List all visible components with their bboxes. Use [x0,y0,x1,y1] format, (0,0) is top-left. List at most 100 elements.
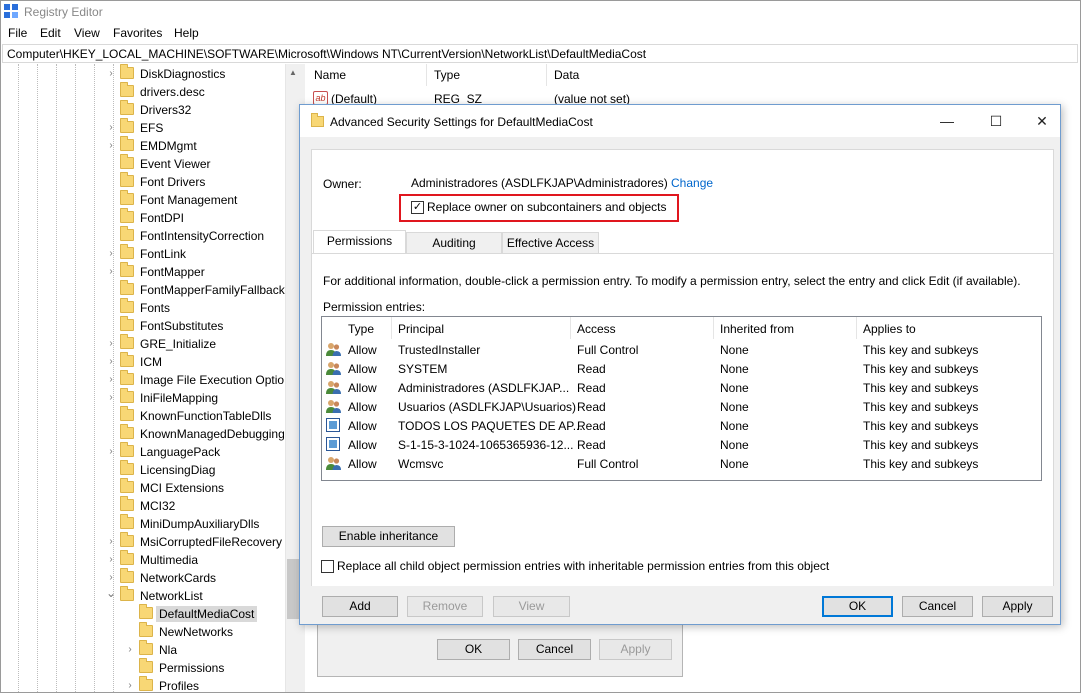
tree-item[interactable]: › Image File Execution Optio [106,370,284,389]
permission-entry-row[interactable]: Allow TODOS LOS PAQUETES DE AP... Read None… [322,417,1041,436]
bg-cancel-button[interactable]: Cancel [518,639,591,660]
tree-item[interactable]: › EMDMgmt [106,136,282,155]
chevron-right-icon[interactable]: › [106,356,116,368]
scroll-up-icon[interactable]: ▲ [289,68,297,77]
close-icon[interactable]: ✕ [1027,110,1057,132]
tree-item[interactable]: MCI32 [106,496,282,515]
permission-entry-row[interactable]: Allow Administradores (ASDLFKJAP... Read No… [322,379,1041,398]
tree-item[interactable]: › ICM [106,352,282,371]
column-separator [856,317,857,339]
tree-item[interactable]: Fonts [106,298,282,317]
chevron-right-icon[interactable]: › [106,374,116,386]
chevron-right-icon[interactable]: › [106,536,116,548]
tree-item[interactable]: FontMapperFamilyFallback [106,280,285,299]
maximize-icon[interactable]: ☐ [981,110,1011,132]
view-button[interactable]: View [493,596,570,617]
bg-ok-button[interactable]: OK [437,639,510,660]
menu-file[interactable]: File [8,26,27,40]
menu-help[interactable]: Help [174,26,199,40]
permission-entry-row[interactable]: Allow Usuarios (ASDLFKJAP\Usuarios) Read No… [322,398,1041,417]
chevron-right-icon[interactable]: › [125,644,135,656]
tree-item[interactable]: DefaultMediaCost [125,604,282,623]
replace-child-permissions-checkbox[interactable] [321,560,334,573]
chevron-right-icon[interactable]: › [106,122,116,134]
chevron-right-icon[interactable]: › [106,392,116,404]
chevron-right-icon[interactable]: › [125,680,135,692]
address-bar[interactable]: Computer\HKEY_LOCAL_MACHINE\SOFTWARE\Mic… [2,44,1078,63]
column-header-data[interactable]: Data [554,68,579,82]
tree-item[interactable]: FontIntensityCorrection [106,226,282,245]
tree-item[interactable]: Font Management [106,190,282,209]
tree-item-label: FontMapperFamilyFallback [140,283,285,297]
tab-permissions[interactable]: Permissions [313,230,406,254]
permission-entry-row[interactable]: Allow S-1-15-3-1024-1065365936-12... Read N… [322,436,1041,455]
tree-item[interactable]: drivers.desc [106,82,282,101]
tree-item[interactable]: › FontMapper [106,262,282,281]
tree-item[interactable]: Event Viewer [106,154,282,173]
tree-item[interactable]: KnownFunctionTableDlls [106,406,282,425]
permission-entry-row[interactable]: Allow Wcmsvc Full Control None This key and … [322,455,1041,474]
chevron-right-icon[interactable]: › [106,446,116,458]
chevron-right-icon[interactable]: › [106,338,116,350]
column-header-type[interactable]: Type [434,68,460,82]
cancel-button[interactable]: Cancel [902,596,973,617]
permission-entry-row[interactable]: Allow SYSTEM Read None This key and subkeys [322,360,1041,379]
replace-child-permissions-label[interactable]: Replace all child object permission entr… [337,559,829,573]
chevron-right-icon[interactable]: › [106,572,116,584]
column-header-inherited-from[interactable]: Inherited from [720,322,794,336]
tree-item[interactable]: › NetworkCards [106,568,282,587]
column-header-access[interactable]: Access [577,322,616,336]
minimize-icon[interactable]: — [932,110,962,132]
ok-button[interactable]: OK [822,596,893,617]
tree-item[interactable]: NewNetworks [125,622,282,641]
replace-owner-checkbox[interactable]: ✓ [411,201,424,214]
enable-inheritance-button[interactable]: Enable inheritance [322,526,455,547]
tree-item[interactable]: Drivers32 [106,100,282,119]
tree-item-label: NewNetworks [159,625,234,639]
menu-favorites[interactable]: Favorites [113,26,162,40]
permission-entries-table[interactable]: Type Principal Access Inherited from App… [321,316,1042,481]
menu-view[interactable]: View [74,26,100,40]
tree-item[interactable]: › Profiles [125,676,282,692]
chevron-right-icon[interactable]: › [106,266,116,278]
tree-item[interactable]: Font Drivers [106,172,282,191]
tree-item[interactable]: › FontLink [106,244,282,263]
tree-item[interactable]: › IniFileMapping [106,388,282,407]
menu-edit[interactable]: Edit [40,26,61,40]
column-header-principal[interactable]: Principal [398,322,444,336]
tree-item[interactable]: ⌄ NetworkList [106,586,282,605]
tree-item[interactable]: MiniDumpAuxiliaryDlls [106,514,282,533]
tree-item[interactable]: FontDPI [106,208,282,227]
tree-item[interactable]: › Multimedia [106,550,282,569]
tree-scrollbar[interactable]: ▲ [285,64,300,692]
chevron-right-icon[interactable]: › [106,68,116,80]
tab-effective-access[interactable]: Effective Access [502,232,599,254]
replace-owner-label[interactable]: Replace owner on subcontainers and objec… [427,200,666,214]
column-header-applies-to[interactable]: Applies to [863,322,916,336]
add-button[interactable]: Add [322,596,398,617]
change-owner-link[interactable]: Change [671,176,713,190]
apply-button[interactable]: Apply [982,596,1053,617]
tree-item[interactable]: LicensingDiag [106,460,282,479]
registry-tree[interactable]: › DiskDiagnostics drivers.desc Drivers32 › EF… [2,64,300,692]
column-header-name[interactable]: Name [314,68,346,82]
tree-item[interactable]: › Nla [125,640,282,659]
chevron-right-icon[interactable]: › [106,554,116,566]
chevron-down-icon[interactable]: ⌄ [106,587,116,599]
tree-item[interactable]: FontSubstitutes [106,316,282,335]
tree-item[interactable]: KnownManagedDebugging [106,424,285,443]
tree-item[interactable]: › GRE_Initialize [106,334,282,353]
bg-apply-button[interactable]: Apply [599,639,672,660]
tree-item[interactable]: › MsiCorruptedFileRecovery [106,532,282,551]
tree-item[interactable]: › DiskDiagnostics [106,64,282,83]
tree-item[interactable]: › EFS [106,118,282,137]
tree-item[interactable]: MCI Extensions [106,478,282,497]
chevron-right-icon[interactable]: › [106,248,116,260]
remove-button[interactable]: Remove [407,596,483,617]
column-header-type[interactable]: Type [348,322,374,336]
tree-item[interactable]: › LanguagePack [106,442,282,461]
chevron-right-icon[interactable]: › [106,140,116,152]
tab-auditing[interactable]: Auditing [406,232,502,254]
tree-item[interactable]: Permissions [125,658,282,677]
permission-entry-row[interactable]: Allow TrustedInstaller Full Control None Thi… [322,341,1041,360]
